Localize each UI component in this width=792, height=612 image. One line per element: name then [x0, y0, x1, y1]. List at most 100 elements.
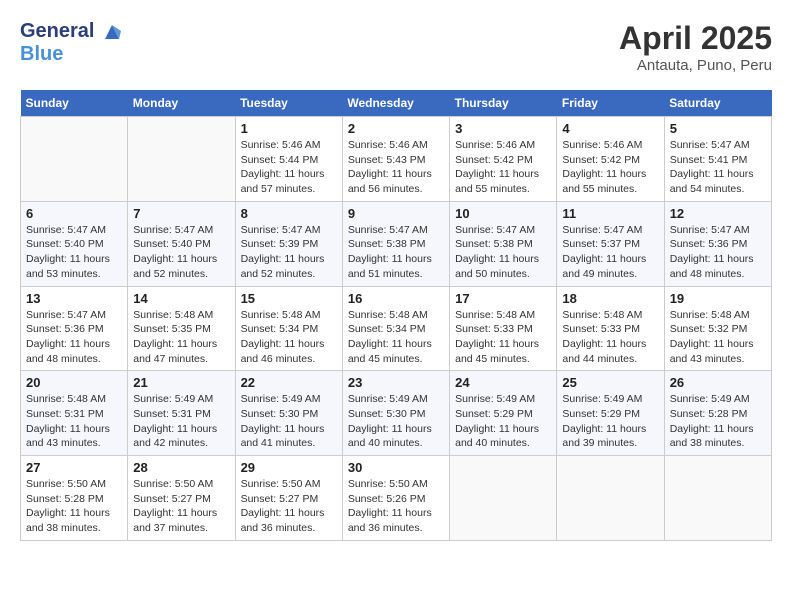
day-number: 4	[562, 121, 658, 136]
calendar-cell: 7 Sunrise: 5:47 AMSunset: 5:40 PMDaylight…	[128, 201, 235, 286]
day-info: Sunrise: 5:47 AMSunset: 5:41 PMDaylight:…	[670, 138, 766, 197]
day-info: Sunrise: 5:49 AMSunset: 5:31 PMDaylight:…	[133, 392, 229, 451]
day-info: Sunrise: 5:48 AMSunset: 5:31 PMDaylight:…	[26, 392, 122, 451]
day-number: 3	[455, 121, 551, 136]
calendar-cell: 19 Sunrise: 5:48 AMSunset: 5:32 PMDayligh…	[664, 286, 771, 371]
day-info: Sunrise: 5:47 AMSunset: 5:40 PMDaylight:…	[133, 223, 229, 282]
location-subtitle: Antauta, Puno, Peru	[619, 57, 772, 74]
day-number: 27	[26, 460, 122, 475]
logo-icon	[101, 21, 123, 43]
calendar-cell	[128, 117, 235, 202]
day-info: Sunrise: 5:48 AMSunset: 5:33 PMDaylight:…	[562, 308, 658, 367]
calendar-cell	[21, 117, 128, 202]
day-number: 20	[26, 375, 122, 390]
page-header: General Blue April 2025 Antauta, Puno, P…	[20, 20, 772, 74]
day-number: 28	[133, 460, 229, 475]
calendar-week-row: 6 Sunrise: 5:47 AMSunset: 5:40 PMDaylight…	[21, 201, 772, 286]
weekday-header: Monday	[128, 90, 235, 117]
calendar-cell	[450, 456, 557, 541]
calendar-cell: 29 Sunrise: 5:50 AMSunset: 5:27 PMDayligh…	[235, 456, 342, 541]
day-number: 21	[133, 375, 229, 390]
weekday-header-row: SundayMondayTuesdayWednesdayThursdayFrid…	[21, 90, 772, 117]
calendar-cell: 17Sunrise: 5:48 AMSunset: 5:33 PMDayligh…	[450, 286, 557, 371]
weekday-header: Wednesday	[342, 90, 449, 117]
day-info: Sunrise: 5:47 AMSunset: 5:36 PMDaylight:…	[670, 223, 766, 282]
calendar-cell: 30Sunrise: 5:50 AMSunset: 5:26 PMDayligh…	[342, 456, 449, 541]
day-number: 1	[241, 121, 337, 136]
day-info: Sunrise: 5:48 AMSunset: 5:34 PMDaylight:…	[241, 308, 337, 367]
calendar-cell: 22Sunrise: 5:49 AMSunset: 5:30 PMDayligh…	[235, 371, 342, 456]
calendar-cell: 4 Sunrise: 5:46 AMSunset: 5:42 PMDaylight…	[557, 117, 664, 202]
calendar-cell: 21 Sunrise: 5:49 AMSunset: 5:31 PMDayligh…	[128, 371, 235, 456]
calendar-cell: 25 Sunrise: 5:49 AMSunset: 5:29 PMDayligh…	[557, 371, 664, 456]
day-info: Sunrise: 5:47 AMSunset: 5:36 PMDaylight:…	[26, 308, 122, 367]
day-number: 30	[348, 460, 444, 475]
calendar-week-row: 20 Sunrise: 5:48 AMSunset: 5:31 PMDayligh…	[21, 371, 772, 456]
calendar-week-row: 27Sunrise: 5:50 AMSunset: 5:28 PMDayligh…	[21, 456, 772, 541]
day-number: 15	[241, 291, 337, 306]
calendar-cell: 24Sunrise: 5:49 AMSunset: 5:29 PMDayligh…	[450, 371, 557, 456]
day-info: Sunrise: 5:47 AMSunset: 5:37 PMDaylight:…	[562, 223, 658, 282]
calendar-cell: 6 Sunrise: 5:47 AMSunset: 5:40 PMDaylight…	[21, 201, 128, 286]
day-info: Sunrise: 5:50 AMSunset: 5:27 PMDaylight:…	[133, 477, 229, 536]
day-number: 23	[348, 375, 444, 390]
calendar-cell: 13 Sunrise: 5:47 AMSunset: 5:36 PMDayligh…	[21, 286, 128, 371]
calendar-cell: 8 Sunrise: 5:47 AMSunset: 5:39 PMDaylight…	[235, 201, 342, 286]
weekday-header: Sunday	[21, 90, 128, 117]
calendar-cell: 23 Sunrise: 5:49 AMSunset: 5:30 PMDayligh…	[342, 371, 449, 456]
day-info: Sunrise: 5:46 AMSunset: 5:42 PMDaylight:…	[455, 138, 551, 197]
day-info: Sunrise: 5:48 AMSunset: 5:32 PMDaylight:…	[670, 308, 766, 367]
day-number: 5	[670, 121, 766, 136]
day-info: Sunrise: 5:46 AMSunset: 5:44 PMDaylight:…	[241, 138, 337, 197]
day-info: Sunrise: 5:46 AMSunset: 5:42 PMDaylight:…	[562, 138, 658, 197]
calendar-cell: 20 Sunrise: 5:48 AMSunset: 5:31 PMDayligh…	[21, 371, 128, 456]
day-number: 2	[348, 121, 444, 136]
day-number: 13	[26, 291, 122, 306]
calendar-cell	[664, 456, 771, 541]
day-number: 26	[670, 375, 766, 390]
day-number: 8	[241, 206, 337, 221]
day-number: 10	[455, 206, 551, 221]
day-number: 29	[241, 460, 337, 475]
calendar-cell: 15 Sunrise: 5:48 AMSunset: 5:34 PMDayligh…	[235, 286, 342, 371]
day-info: Sunrise: 5:50 AMSunset: 5:27 PMDaylight:…	[241, 477, 337, 536]
title-block: April 2025 Antauta, Puno, Peru	[619, 20, 772, 74]
day-info: Sunrise: 5:48 AMSunset: 5:33 PMDaylight:…	[455, 308, 551, 367]
calendar-cell: 12 Sunrise: 5:47 AMSunset: 5:36 PMDayligh…	[664, 201, 771, 286]
calendar-table: SundayMondayTuesdayWednesdayThursdayFrid…	[20, 90, 772, 541]
day-number: 22	[241, 375, 337, 390]
month-title: April 2025	[619, 20, 772, 57]
calendar-cell: 14 Sunrise: 5:48 AMSunset: 5:35 PMDayligh…	[128, 286, 235, 371]
logo-blue: Blue	[20, 43, 123, 65]
calendar-cell	[557, 456, 664, 541]
day-number: 6	[26, 206, 122, 221]
calendar-cell: 1 Sunrise: 5:46 AMSunset: 5:44 PMDaylight…	[235, 117, 342, 202]
day-number: 14	[133, 291, 229, 306]
day-info: Sunrise: 5:49 AMSunset: 5:29 PMDaylight:…	[562, 392, 658, 451]
day-info: Sunrise: 5:47 AMSunset: 5:38 PMDaylight:…	[348, 223, 444, 282]
weekday-header: Friday	[557, 90, 664, 117]
day-number: 19	[670, 291, 766, 306]
calendar-cell: 10Sunrise: 5:47 AMSunset: 5:38 PMDayligh…	[450, 201, 557, 286]
logo-text: General	[20, 20, 123, 43]
day-info: Sunrise: 5:49 AMSunset: 5:28 PMDaylight:…	[670, 392, 766, 451]
day-info: Sunrise: 5:47 AMSunset: 5:40 PMDaylight:…	[26, 223, 122, 282]
calendar-cell: 16Sunrise: 5:48 AMSunset: 5:34 PMDayligh…	[342, 286, 449, 371]
day-number: 7	[133, 206, 229, 221]
calendar-cell: 3 Sunrise: 5:46 AMSunset: 5:42 PMDaylight…	[450, 117, 557, 202]
day-number: 25	[562, 375, 658, 390]
day-info: Sunrise: 5:47 AMSunset: 5:39 PMDaylight:…	[241, 223, 337, 282]
day-number: 9	[348, 206, 444, 221]
calendar-week-row: 13 Sunrise: 5:47 AMSunset: 5:36 PMDayligh…	[21, 286, 772, 371]
day-info: Sunrise: 5:48 AMSunset: 5:35 PMDaylight:…	[133, 308, 229, 367]
day-info: Sunrise: 5:49 AMSunset: 5:29 PMDaylight:…	[455, 392, 551, 451]
day-info: Sunrise: 5:49 AMSunset: 5:30 PMDaylight:…	[348, 392, 444, 451]
day-number: 12	[670, 206, 766, 221]
day-number: 16	[348, 291, 444, 306]
calendar-cell: 18Sunrise: 5:48 AMSunset: 5:33 PMDayligh…	[557, 286, 664, 371]
calendar-cell: 11Sunrise: 5:47 AMSunset: 5:37 PMDayligh…	[557, 201, 664, 286]
calendar-cell: 5 Sunrise: 5:47 AMSunset: 5:41 PMDaylight…	[664, 117, 771, 202]
calendar-cell: 28 Sunrise: 5:50 AMSunset: 5:27 PMDayligh…	[128, 456, 235, 541]
logo: General Blue	[20, 20, 123, 65]
calendar-cell: 27Sunrise: 5:50 AMSunset: 5:28 PMDayligh…	[21, 456, 128, 541]
